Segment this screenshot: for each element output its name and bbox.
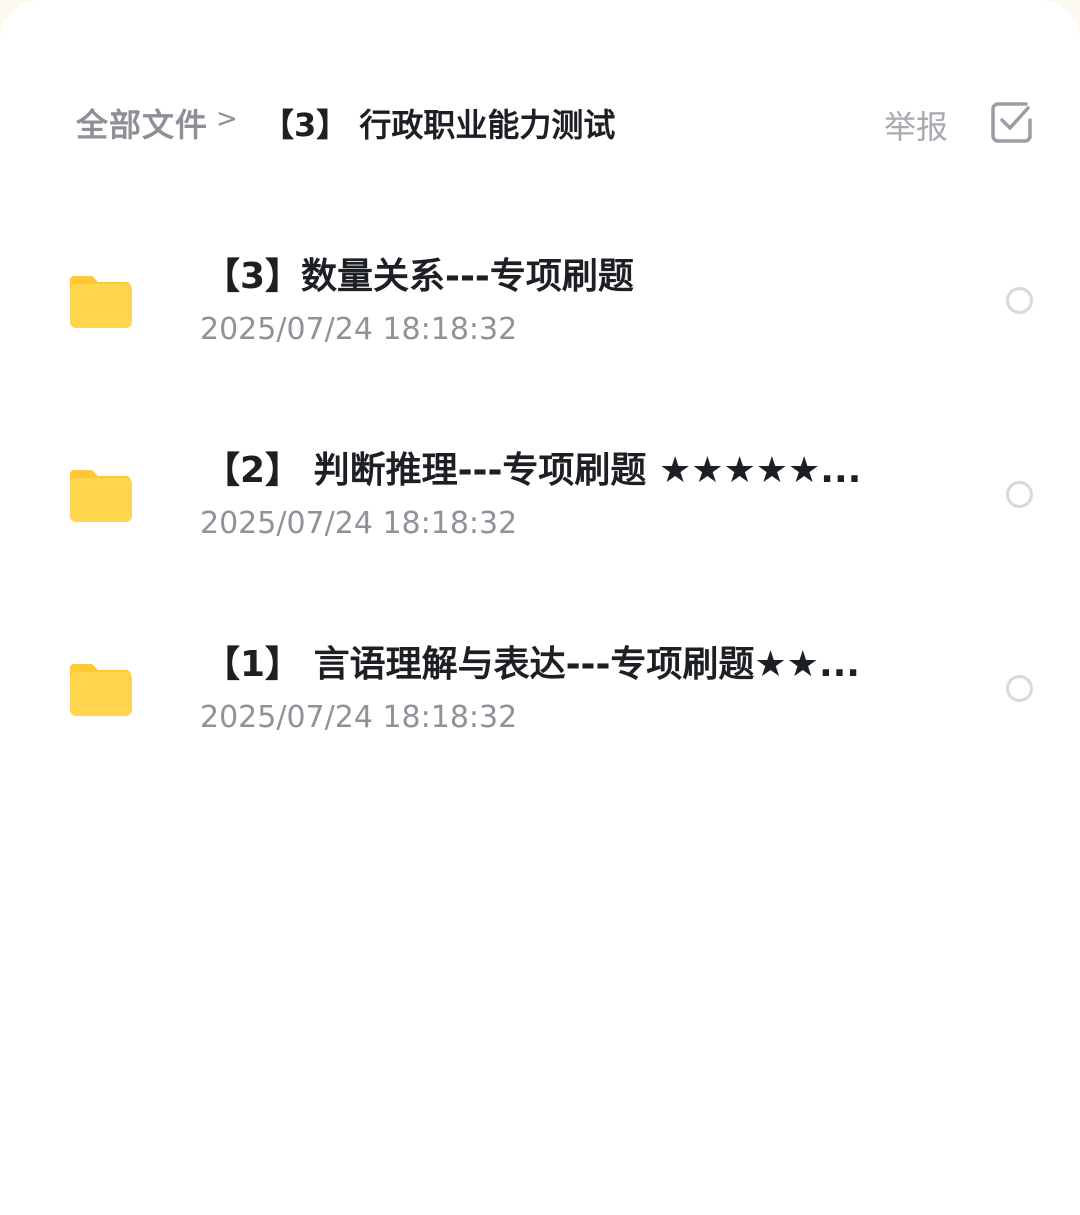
folder-name: 【3】数量关系---专项刷题 — [204, 256, 634, 297]
list-item[interactable]: 【2】 判断推理---专项刷题 ★★★★★... 2025/07/24 18:1… — [0, 404, 1080, 598]
header-bar: 全部文件 > 【3】 行政职业能力测试 举报 — [0, 92, 1080, 152]
breadcrumb-root[interactable]: 全部文件 — [76, 100, 208, 146]
list-item[interactable]: 【1】 言语理解与表达---专项刷题★★... 2025/07/24 18:18… — [0, 598, 1080, 792]
folder-name: 【2】 判断推理---专项刷题 ★★★★★... — [204, 450, 862, 491]
folder-icon — [70, 664, 132, 716]
checkbox-icon[interactable] — [990, 100, 1034, 144]
folder-name: 【1】 言语理解与表达---专项刷题★★... — [204, 644, 860, 685]
breadcrumb-current: 【3】 行政职业能力测试 — [262, 106, 616, 144]
report-button[interactable]: 举报 — [884, 102, 948, 148]
folder-date: 2025/07/24 18:18:32 — [200, 700, 518, 735]
file-browser-sheet: 全部文件 > 【3】 行政职业能力测试 举报 【3】数量关系---专项刷题 20… — [0, 0, 1080, 1215]
list-item[interactable]: 【3】数量关系---专项刷题 2025/07/24 18:18:32 — [0, 210, 1080, 404]
folder-date: 2025/07/24 18:18:32 — [200, 312, 518, 347]
select-radio[interactable] — [1006, 675, 1033, 702]
folder-date: 2025/07/24 18:18:32 — [200, 506, 518, 541]
select-radio[interactable] — [1006, 481, 1033, 508]
folder-icon — [70, 276, 132, 328]
folder-icon — [70, 470, 132, 522]
file-list: 【3】数量关系---专项刷题 2025/07/24 18:18:32 【2】 判… — [0, 210, 1080, 792]
select-radio[interactable] — [1006, 287, 1033, 314]
breadcrumb-separator: > — [216, 104, 238, 134]
